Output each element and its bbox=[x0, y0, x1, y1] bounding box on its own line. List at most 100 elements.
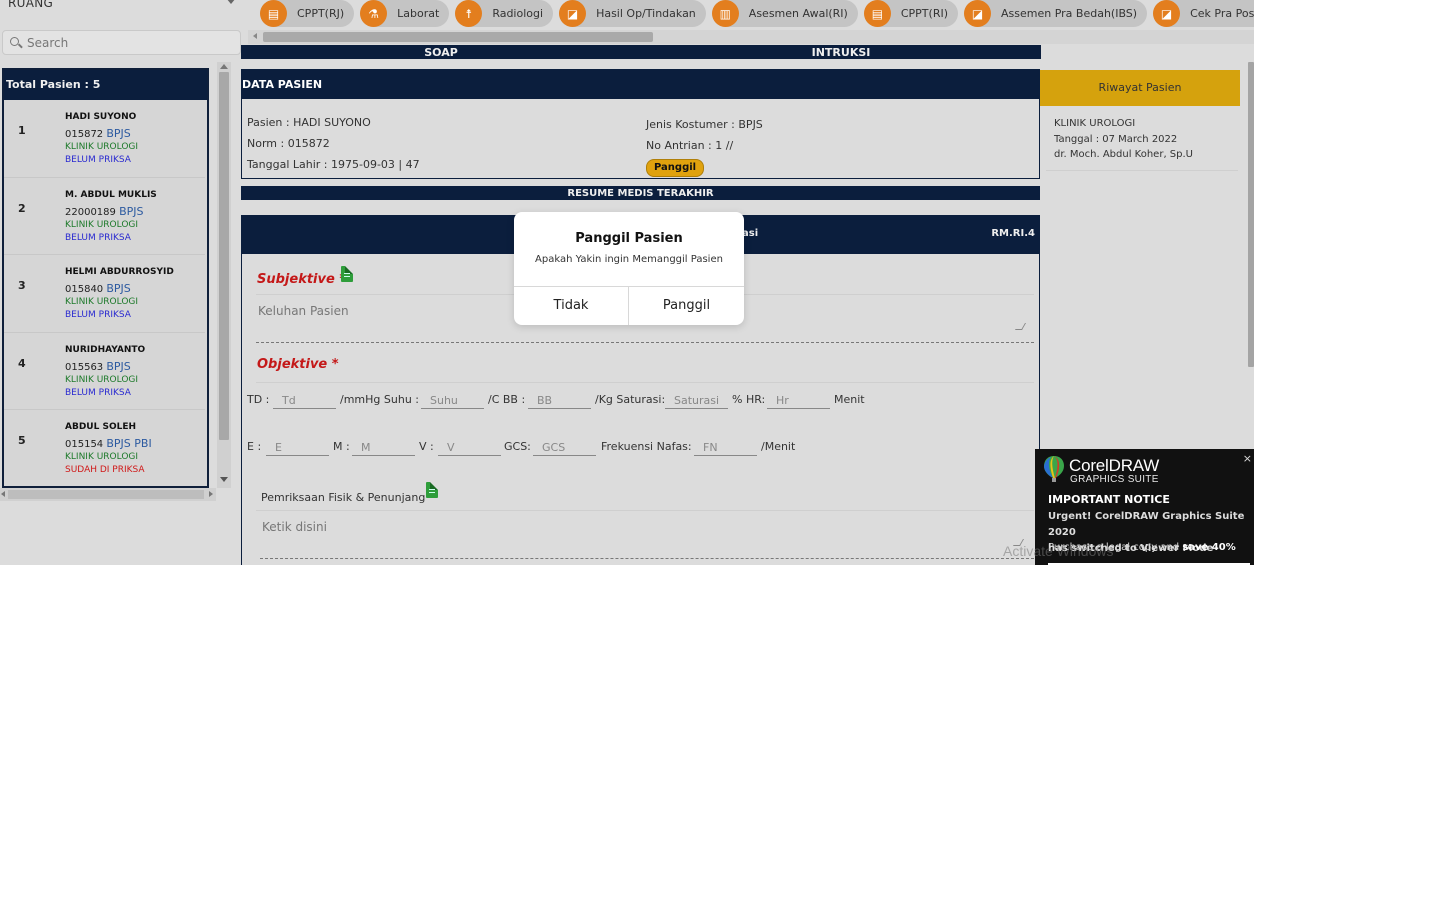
scrollbar-thumb[interactable] bbox=[8, 490, 204, 499]
document-icon: ▤ bbox=[863, 0, 891, 27]
divider bbox=[256, 510, 1034, 511]
bb-input[interactable]: BB bbox=[528, 393, 591, 409]
toolbar-button-label: Cek Pra Post OP(IBS) bbox=[1190, 7, 1254, 20]
chart-icon: ◪ bbox=[1153, 0, 1181, 27]
hasil-op-button[interactable]: ◪ Hasil Op/Tindakan bbox=[559, 0, 706, 27]
cppt-rj-button[interactable]: ▤ CPPT(RJ) bbox=[260, 0, 355, 27]
assemen-pra-bedah-button[interactable]: ◪ Assemen Pra Bedah(IBS) bbox=[964, 0, 1148, 27]
patient-birthdate-info: Tanggal Lahir : 1975-09-03 | 47 bbox=[247, 158, 420, 171]
resume-medis-bar[interactable]: RESUME MEDIS TERAKHIR bbox=[241, 186, 1040, 200]
toolbar-horizontal-scrollbar[interactable] bbox=[248, 30, 1254, 44]
tab-instruksi[interactable]: INTRUKSI bbox=[641, 45, 1041, 59]
patient-insurance: BPJS bbox=[106, 127, 131, 140]
patient-name: M. ABDUL MUKLIS bbox=[65, 189, 157, 200]
patient-list: Total Pasien : 5 1 HADI SUYONO 015872 BP… bbox=[2, 68, 209, 488]
riwayat-pasien-button[interactable]: Riwayat Pasien bbox=[1040, 70, 1240, 106]
fn-input[interactable]: FN bbox=[694, 440, 757, 456]
cek-pra-post-op-button[interactable]: ◪ Cek Pra Post OP(IBS) bbox=[1153, 0, 1254, 27]
patient-list-item[interactable]: 3 HELMI ABDURROSYID 015840 BPJS KLINIK U… bbox=[4, 255, 205, 333]
patient-info-left: Pasien : HADI SUYONO Norm : 015872 Tangg… bbox=[247, 112, 420, 175]
patient-list-vertical-scrollbar[interactable] bbox=[217, 62, 231, 488]
laborat-button[interactable]: ⚗ Laborat bbox=[360, 0, 450, 27]
resize-grip-icon[interactable] bbox=[1014, 323, 1027, 330]
scroll-right-arrow-icon[interactable] bbox=[209, 491, 213, 497]
copy-document-icon[interactable] bbox=[341, 266, 353, 282]
corel-subtitle: GRAPHICS SUITE bbox=[1070, 474, 1159, 485]
chart-icon: ◪ bbox=[559, 0, 587, 27]
scrollbar-thumb[interactable] bbox=[219, 72, 229, 440]
panggil-button[interactable]: Panggil bbox=[646, 159, 705, 177]
activate-windows-watermark: Activate Windows bbox=[1003, 543, 1114, 559]
scroll-left-arrow-icon[interactable] bbox=[253, 33, 257, 39]
patient-list-item[interactable]: 2 M. ABDUL MUKLIS 22000189 BPJS KLINIK U… bbox=[4, 178, 205, 255]
tidak-button[interactable]: Tidak bbox=[514, 287, 629, 325]
e-input[interactable]: E bbox=[266, 440, 329, 456]
ruang-dropdown-caret-icon[interactable] bbox=[226, 0, 236, 4]
patient-insurance: BPJS bbox=[106, 359, 131, 373]
v-input[interactable]: V bbox=[438, 440, 501, 456]
mmhg-suhu-label: /mmHg Suhu : bbox=[340, 393, 419, 406]
corel-line-1: Urgent! CorelDRAW Graphics Suite 2020 bbox=[1048, 511, 1245, 538]
patient-norm-value: 22000189 bbox=[65, 206, 116, 218]
person-icon: ☨ bbox=[455, 0, 483, 27]
search-icon bbox=[10, 37, 19, 46]
scroll-up-arrow-icon[interactable] bbox=[220, 64, 228, 69]
patient-list-item[interactable]: 5 ABDUL SOLEH 015154 BPJS PBI KLINIK URO… bbox=[4, 410, 205, 486]
gcs-input[interactable]: GCS bbox=[533, 440, 596, 456]
patient-name: HELMI ABDURROSYID bbox=[65, 267, 174, 277]
e-label: E : bbox=[247, 440, 262, 453]
patient-number: 2 bbox=[18, 201, 26, 215]
objektive-label: Objektive bbox=[257, 357, 328, 372]
patient-norm-value: 015840 bbox=[65, 284, 104, 295]
patient-clinic: KLINIK UROLOGI bbox=[65, 297, 139, 307]
panggil-confirm-button[interactable]: Panggil bbox=[629, 287, 744, 325]
td-input[interactable]: Td bbox=[273, 393, 336, 409]
scrollbar-thumb[interactable] bbox=[263, 32, 653, 42]
cppt-ri-button[interactable]: ▤ CPPT(RI) bbox=[863, 0, 958, 27]
search-box[interactable] bbox=[2, 30, 241, 55]
scroll-left-arrow-icon[interactable] bbox=[1, 491, 5, 497]
patient-list-horizontal-scrollbar[interactable] bbox=[0, 488, 216, 501]
riwayat-entry[interactable]: KLINIK UROLOGI Tanggal : 07 March 2022 d… bbox=[1054, 116, 1193, 163]
patient-info-right: Jenis Kostumer : BPJS No Antrian : 1 // … bbox=[646, 114, 763, 177]
per-menit-label: /Menit bbox=[761, 440, 796, 453]
app-window: RUANG Total Pasien : 5 1 HADI SUYONO 015… bbox=[0, 0, 1254, 565]
search-input[interactable] bbox=[27, 35, 227, 51]
corel-buy-button-edge[interactable] bbox=[1048, 563, 1250, 565]
keluhan-textarea[interactable]: Keluhan Pasien bbox=[258, 304, 349, 318]
copy-document-icon[interactable] bbox=[426, 482, 438, 498]
patient-norm-info: Norm : 015872 bbox=[247, 137, 330, 150]
ruang-label: RUANG bbox=[8, 0, 54, 10]
tab-soap[interactable]: SOAP bbox=[241, 45, 641, 59]
document-icon: ▤ bbox=[260, 0, 287, 27]
patient-list-item[interactable]: 1 HADI SUYONO 015872 BPJS KLINIK UROLOGI… bbox=[4, 100, 205, 178]
patient-number: 5 bbox=[18, 434, 26, 447]
radiologi-button[interactable]: ☨ Radiologi bbox=[455, 0, 554, 27]
coreldraw-balloon-logo-icon bbox=[1044, 456, 1064, 482]
close-icon[interactable]: × bbox=[1243, 452, 1252, 465]
soap-header-label: asi bbox=[742, 228, 759, 239]
asesmen-awal-ri-button[interactable]: ▥ Asesmen Awal(RI) bbox=[711, 0, 858, 27]
total-patients-label: Total Pasien : 5 bbox=[4, 70, 207, 100]
patient-name: NURIDHAYANTO bbox=[65, 344, 146, 355]
menit-label: Menit bbox=[834, 393, 865, 406]
pemeriksaan-textarea[interactable]: Ketik disini bbox=[262, 520, 327, 534]
hr-input[interactable]: Hr bbox=[767, 393, 830, 409]
patient-status: SUDAH DI PRIKSA bbox=[65, 465, 145, 475]
page-vertical-scrollbar[interactable] bbox=[1248, 62, 1254, 367]
corel-save-text: save 40% bbox=[1182, 542, 1236, 553]
no-antrian-info: No Antrian : 1 // bbox=[646, 139, 734, 152]
saturasi-input[interactable]: Saturasi bbox=[665, 393, 728, 409]
patient-clinic: KLINIK UROLOGI bbox=[65, 374, 139, 385]
patient-number: 3 bbox=[18, 279, 26, 292]
suhu-input[interactable]: Suhu bbox=[421, 393, 484, 409]
corel-brand: CorelDRAW bbox=[1069, 456, 1160, 475]
textarea-underline bbox=[260, 558, 1034, 559]
m-input[interactable]: M bbox=[352, 440, 415, 456]
flask-icon: ⚗ bbox=[360, 0, 388, 27]
scroll-down-arrow-icon[interactable] bbox=[220, 477, 228, 482]
patient-status: BELUM PRIKSA bbox=[65, 155, 131, 165]
subjektive-label: Subjektive bbox=[257, 272, 335, 287]
patient-insurance: BPJS PBI bbox=[106, 437, 152, 450]
patient-list-item[interactable]: 4 NURIDHAYANTO 015563 BPJS KLINIK UROLOG… bbox=[4, 333, 205, 410]
